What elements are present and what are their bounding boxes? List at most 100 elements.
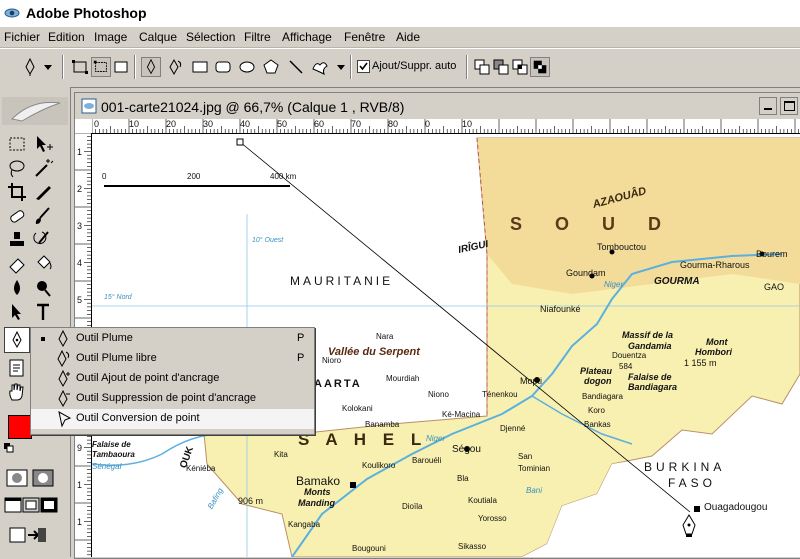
- dodge-icon[interactable]: [32, 277, 54, 299]
- default-colors-icon[interactable]: [4, 443, 14, 453]
- label-gandamia: Gandamia: [628, 341, 672, 351]
- horizontal-ruler[interactable]: 0 10 20 30 40 50 60 70 80 0 10: [92, 119, 800, 134]
- pen-tool-icon[interactable]: [141, 57, 161, 77]
- scale-label: 400 km: [270, 172, 297, 181]
- combine-exclude-icon[interactable]: [530, 57, 550, 77]
- label-manding: Manding: [298, 498, 335, 508]
- standard-mode-icon[interactable]: [6, 469, 28, 487]
- magic-wand-icon[interactable]: [32, 157, 54, 179]
- flyout-item-freeform-pen[interactable]: Outil Plume libre P: [31, 349, 314, 369]
- app-title-bar: Adobe Photoshop: [0, 0, 800, 27]
- polygon-icon[interactable]: [261, 57, 281, 77]
- menu-edition[interactable]: Edition: [48, 30, 85, 44]
- crop-icon[interactable]: [6, 181, 28, 203]
- jump-to-imageready-icon[interactable]: [8, 525, 48, 545]
- flyout-item-pen[interactable]: Outil Plume P: [31, 329, 314, 349]
- path-selection-icon[interactable]: [6, 301, 28, 323]
- chevron-down-icon[interactable]: [337, 65, 345, 71]
- healing-brush-icon[interactable]: [6, 205, 28, 227]
- paint-bucket-icon[interactable]: [32, 253, 54, 275]
- menu-fichier[interactable]: Fichier: [4, 30, 40, 44]
- scale-label: 200: [187, 172, 201, 181]
- eraser-icon[interactable]: [6, 253, 28, 275]
- ruler-h-label: 30: [203, 119, 214, 129]
- region-kaarta: AARTA: [314, 378, 362, 390]
- lasso-icon[interactable]: [6, 157, 28, 179]
- rounded-rectangle-icon[interactable]: [213, 57, 233, 77]
- menu-aide[interactable]: Aide: [396, 30, 420, 44]
- flyout-item-add-anchor[interactable]: Outil Ajout de point d'ancrage: [31, 369, 314, 389]
- menu-calque[interactable]: Calque: [139, 30, 177, 44]
- screen-mode-standard-icon[interactable]: [4, 497, 22, 513]
- ellipse-icon[interactable]: [237, 57, 257, 77]
- hand-icon[interactable]: [6, 381, 28, 403]
- minimize-button[interactable]: [759, 97, 777, 115]
- city-sikasso: Sikasso: [458, 542, 487, 551]
- combine-add-icon[interactable]: [472, 57, 492, 77]
- screen-mode-full-icon[interactable]: [40, 497, 58, 513]
- brush-icon[interactable]: [32, 205, 54, 227]
- rectangle-icon[interactable]: [190, 57, 210, 77]
- ruler-v-label: 1: [77, 480, 83, 490]
- menu-image[interactable]: Image: [94, 30, 127, 44]
- foreground-color-swatch[interactable]: [8, 415, 32, 439]
- label-altitude-584: 584: [619, 362, 633, 371]
- pen-tool-button[interactable]: [4, 327, 30, 353]
- freeform-pen-icon[interactable]: [166, 57, 186, 77]
- region-sahel: S A H E L: [298, 430, 428, 449]
- screen-mode-menu-icon[interactable]: [22, 497, 40, 513]
- maximize-button[interactable]: [780, 97, 798, 115]
- auto-add-delete-checkbox[interactable]: [357, 60, 370, 73]
- chevron-down-icon[interactable]: [44, 65, 52, 71]
- clone-stamp-icon[interactable]: [6, 229, 28, 251]
- city-dioila: Dioïla: [402, 502, 423, 511]
- ruler-v-label: 1: [77, 147, 83, 157]
- photoshop-feather-icon[interactable]: [2, 97, 68, 125]
- ruler-h-label: 60: [314, 119, 325, 129]
- menu-fenetre[interactable]: Fenêtre: [344, 30, 385, 44]
- city-bankas: Bankas: [584, 420, 611, 429]
- flyout-item-delete-anchor[interactable]: Outil Suppression de point d'ancrage: [31, 389, 314, 409]
- ruler-corner[interactable]: [75, 119, 92, 133]
- city-niono: Niono: [428, 390, 449, 399]
- pen-tool-preset-icon[interactable]: [20, 57, 40, 77]
- document-title-bar[interactable]: 001-carte21024.jpg @ 66,7% (Calque 1 , R…: [75, 93, 800, 119]
- ruler-h-label: 50: [277, 119, 288, 129]
- flyout-label: Outil Plume libre: [76, 352, 157, 364]
- scale-label: 0: [102, 172, 107, 181]
- ruler-h-label: 0: [94, 119, 100, 129]
- type-icon[interactable]: [32, 301, 54, 323]
- label-niger-river: Niger: [426, 434, 446, 443]
- label-monts: Monts: [304, 487, 331, 497]
- anchor-point[interactable]: [236, 138, 244, 146]
- quick-mask-icon[interactable]: [32, 469, 54, 487]
- ruler-h-label: 10: [462, 119, 473, 129]
- combine-intersect-icon[interactable]: [510, 57, 530, 77]
- ruler-v-label: 5: [77, 295, 83, 305]
- ruler-v-label: 1: [77, 517, 83, 527]
- notes-icon[interactable]: [6, 357, 28, 379]
- longitude-label: 10° Ouest: [252, 237, 284, 244]
- custom-shape-icon[interactable]: [310, 57, 330, 77]
- city-kolokani: Kolokani: [342, 404, 373, 413]
- history-brush-icon[interactable]: [32, 229, 54, 251]
- country-faso: FASO: [668, 476, 717, 490]
- menu-selection[interactable]: Sélection: [186, 30, 235, 44]
- fill-pixels-icon[interactable]: [111, 57, 131, 77]
- menu-filtre[interactable]: Filtre: [244, 30, 271, 44]
- slice-icon[interactable]: [32, 181, 54, 203]
- pen-cursor-icon: [682, 514, 696, 537]
- label-plateau: Plateau: [580, 366, 613, 376]
- paths-icon[interactable]: [91, 57, 111, 77]
- city-douentza: Douentza: [612, 351, 647, 360]
- shape-layers-icon[interactable]: [70, 57, 90, 77]
- blur-icon[interactable]: [6, 277, 28, 299]
- marquee-icon[interactable]: [6, 133, 28, 155]
- line-icon[interactable]: [286, 57, 306, 77]
- city-kemacina: Ké-Macina: [442, 410, 481, 419]
- combine-subtract-icon[interactable]: [491, 57, 511, 77]
- auto-add-delete-label[interactable]: Ajout/Suppr. auto: [372, 60, 456, 72]
- move-icon[interactable]: [32, 133, 54, 155]
- flyout-item-convert-point[interactable]: Outil Conversion de point: [31, 409, 314, 429]
- menu-affichage[interactable]: Affichage: [282, 30, 332, 44]
